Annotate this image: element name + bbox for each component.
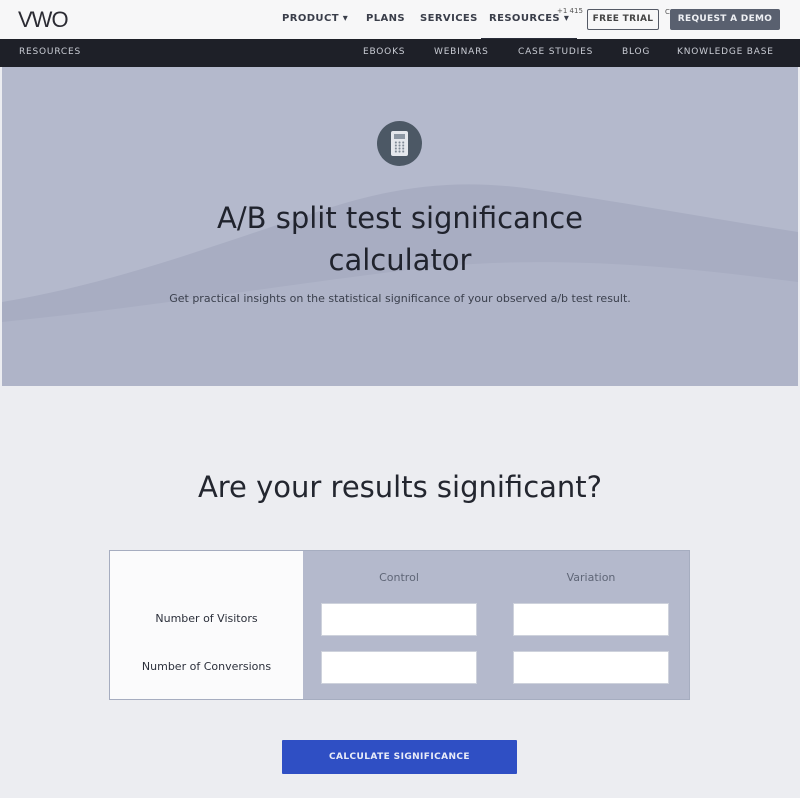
subnav-blog[interactable]: BLOG xyxy=(622,47,650,57)
section-heading: Are your results significant? xyxy=(197,470,603,504)
page-title-line-1: A/B split test significance xyxy=(216,201,583,235)
variation-conversions-input[interactable] xyxy=(513,651,669,684)
subnav-title[interactable]: RESOURCES xyxy=(19,47,81,57)
column-header-control: Control xyxy=(379,571,419,584)
free-trial-button[interactable]: FREE TRIAL xyxy=(587,9,659,30)
subnav-knowledge-base[interactable]: KNOWLEDGE BASE xyxy=(677,47,774,57)
variation-visitors-input[interactable] xyxy=(513,603,669,636)
subnav-ebooks[interactable]: EBOOKS xyxy=(363,47,405,57)
top-navbar: VWO PRODUCT ▾ PLANS SERVICES RESOURCES ▾… xyxy=(0,0,800,41)
nav-services[interactable]: SERVICES xyxy=(420,13,478,24)
input-grid: Control Variation xyxy=(303,551,689,699)
subnav-webinars[interactable]: WEBINARS xyxy=(434,47,489,57)
column-header-variation: Variation xyxy=(566,571,616,584)
significance-calculator-form: Number of Visitors Number of Conversions… xyxy=(109,550,690,700)
resources-subnav: RESOURCES EBOOKS WEBINARS CASE STUDIES B… xyxy=(0,39,800,67)
request-demo-button[interactable]: REQUEST A DEMO xyxy=(670,9,780,30)
calculate-significance-button[interactable]: CALCULATE SIGNIFICANCE xyxy=(282,740,517,774)
vwo-logo[interactable]: VWO xyxy=(18,7,69,33)
page-title-line-2: calculator xyxy=(328,243,472,277)
calculator-icon xyxy=(377,121,422,166)
nav-product[interactable]: PRODUCT ▾ xyxy=(282,13,348,24)
hero-subtitle: Get practical insights on the statistica… xyxy=(169,292,631,305)
nav-plans[interactable]: PLANS xyxy=(366,13,405,24)
page-title: A/B split test significance calculator xyxy=(2,197,798,281)
control-conversions-input[interactable] xyxy=(321,651,477,684)
phone-number[interactable]: +1 415 xyxy=(557,7,583,15)
control-visitors-input[interactable] xyxy=(321,603,477,636)
label-number-of-conversions: Number of Conversions xyxy=(141,660,272,673)
hero-banner: A/B split test significance calculator G… xyxy=(2,67,798,386)
subnav-case-studies[interactable]: CASE STUDIES xyxy=(518,47,593,57)
row-labels: Number of Visitors Number of Conversions xyxy=(110,551,303,699)
label-number-of-visitors: Number of Visitors xyxy=(155,612,258,625)
